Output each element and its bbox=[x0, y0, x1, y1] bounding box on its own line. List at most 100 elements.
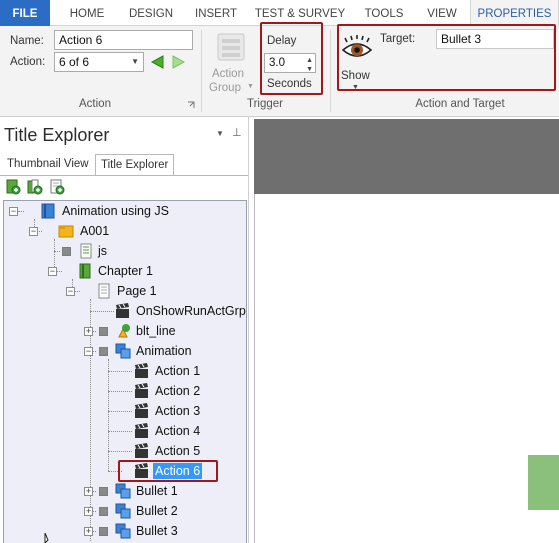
action-group-label: Action bbox=[79, 98, 111, 110]
tree-node-page-1[interactable]: − Page 1 bbox=[4, 281, 244, 301]
tree-node-action-5[interactable]: Action 5 bbox=[4, 441, 244, 461]
delay-label: Delay bbox=[267, 35, 297, 47]
tab-tools[interactable]: TOOLS bbox=[356, 0, 412, 26]
name-field[interactable]: Action 6 bbox=[54, 30, 193, 50]
action-label: Action: bbox=[10, 56, 46, 68]
clapperboard-icon bbox=[135, 363, 148, 378]
tree-node-action-2[interactable]: Action 2 bbox=[4, 381, 244, 401]
tab-design[interactable]: DESIGN bbox=[122, 0, 180, 26]
clapperboard-icon bbox=[135, 443, 148, 458]
action-group-button-label: Action bbox=[212, 68, 244, 80]
tree-node-bullet-3[interactable]: + Bullet 3 bbox=[4, 521, 244, 541]
expand-icon[interactable]: + bbox=[84, 327, 93, 336]
group-icon bbox=[115, 483, 131, 499]
group-icon bbox=[115, 343, 131, 359]
tab-file[interactable]: FILE bbox=[0, 0, 50, 26]
tree-node-action-6[interactable]: Action 6 bbox=[4, 460, 244, 482]
collapse-icon[interactable]: − bbox=[84, 347, 93, 356]
panel-menu-icon[interactable]: ▼ bbox=[216, 129, 224, 138]
tab-title-explorer[interactable]: Title Explorer bbox=[95, 154, 175, 176]
tab-view[interactable]: VIEW bbox=[418, 0, 466, 26]
spin-down-icon[interactable]: ▼ bbox=[306, 61, 313, 79]
visibility-checkbox[interactable] bbox=[99, 507, 108, 516]
expand-icon[interactable]: + bbox=[84, 487, 93, 496]
page-icon bbox=[98, 283, 110, 299]
clapperboard-icon bbox=[135, 463, 148, 478]
pin-icon[interactable]: ⊥ bbox=[232, 126, 242, 139]
chevron-down-icon: ▼ bbox=[247, 83, 254, 90]
collapse-icon[interactable]: − bbox=[66, 287, 75, 296]
chevron-down-icon: ▼ bbox=[352, 84, 359, 91]
add-chapter-icon[interactable] bbox=[5, 179, 21, 195]
title-tree[interactable]: − Animation using JS − A001 js − Chapter… bbox=[3, 200, 247, 543]
action-group-button[interactable]: Action Group ▼ bbox=[206, 28, 256, 94]
tree-node-action-1[interactable]: Action 1 bbox=[4, 361, 244, 381]
action-select-value: 6 of 6 bbox=[59, 55, 90, 69]
tab-underline bbox=[0, 175, 248, 176]
tree-node-animation[interactable]: − Animation bbox=[4, 341, 244, 361]
target-field[interactable]: Bullet 3 bbox=[436, 29, 554, 49]
shapes-icon bbox=[118, 324, 130, 338]
panel-title: Title Explorer bbox=[4, 125, 110, 145]
action-group-icon bbox=[217, 33, 245, 61]
action-target-group-label: Action and Target bbox=[415, 98, 505, 110]
tree-node-chapter-1[interactable]: − Chapter 1 bbox=[4, 261, 244, 281]
tree-node-title[interactable]: − Animation using JS bbox=[4, 201, 244, 221]
visibility-checkbox[interactable] bbox=[99, 327, 108, 336]
trigger-group-label: Trigger bbox=[247, 98, 283, 110]
clapperboard-icon bbox=[116, 303, 129, 318]
name-label: Name: bbox=[10, 35, 44, 47]
tree-node-bullet-1[interactable]: + Bullet 1 bbox=[4, 481, 244, 501]
show-label: Show bbox=[341, 70, 370, 82]
seconds-label: Seconds bbox=[267, 78, 312, 90]
group-icon bbox=[115, 523, 131, 539]
action-select[interactable]: 6 of 6 ▼ bbox=[54, 52, 144, 72]
eye-icon bbox=[341, 35, 373, 57]
collapse-icon[interactable]: − bbox=[9, 207, 18, 216]
visibility-checkbox[interactable] bbox=[62, 247, 71, 256]
script-icon bbox=[80, 243, 92, 259]
book-icon bbox=[41, 203, 55, 219]
tree-node-blt-line[interactable]: + blt_line bbox=[4, 321, 244, 341]
tree-node-bullet-2[interactable]: + Bullet 2 bbox=[4, 501, 244, 521]
tab-properties[interactable]: PROPERTIES bbox=[470, 0, 559, 27]
clapperboard-icon bbox=[135, 383, 148, 398]
tab-thumbnail-view[interactable]: Thumbnail View bbox=[2, 154, 94, 176]
group-separator bbox=[330, 30, 331, 112]
tree-node-action-4[interactable]: Action 4 bbox=[4, 421, 244, 441]
canvas-header bbox=[254, 119, 559, 194]
folder-icon bbox=[58, 225, 74, 238]
show-button[interactable]: Show ▼ bbox=[340, 30, 374, 91]
chapter-icon bbox=[79, 263, 91, 279]
tree-node-js[interactable]: js bbox=[4, 241, 244, 261]
green-shape[interactable] bbox=[528, 455, 559, 510]
tab-insert[interactable]: INSERT bbox=[186, 0, 246, 26]
tree-node-onshowrunactgrp[interactable]: OnShowRunActGrp bbox=[4, 301, 246, 321]
visibility-checkbox[interactable] bbox=[99, 487, 108, 496]
clapperboard-icon bbox=[135, 423, 148, 438]
visibility-checkbox[interactable] bbox=[99, 527, 108, 536]
visibility-checkbox[interactable] bbox=[99, 347, 108, 356]
chevron-down-icon: ▼ bbox=[131, 57, 139, 66]
expand-icon[interactable]: + bbox=[84, 507, 93, 516]
clapperboard-icon bbox=[135, 403, 148, 418]
next-arrow-icon[interactable] bbox=[172, 55, 186, 69]
action-group-button-label-2: Group bbox=[209, 82, 241, 94]
collapse-icon[interactable]: − bbox=[29, 227, 38, 236]
tree-node-action-3[interactable]: Action 3 bbox=[4, 401, 244, 421]
add-section-icon[interactable] bbox=[27, 179, 43, 195]
ribbon: Name: Action 6 Action: 6 of 6 ▼ Action A… bbox=[0, 22, 559, 117]
add-page-icon[interactable] bbox=[49, 179, 65, 195]
target-label: Target: bbox=[380, 33, 416, 45]
delay-spinner[interactable]: 3.0 ▲ ▼ bbox=[264, 53, 316, 73]
collapse-icon[interactable]: − bbox=[48, 267, 57, 276]
expand-icon[interactable]: + bbox=[84, 527, 93, 536]
title-explorer-panel: Title Explorer ▼ ⊥ Thumbnail View Title … bbox=[0, 117, 249, 543]
mouse-cursor-icon bbox=[44, 533, 49, 543]
tab-home[interactable]: HOME bbox=[58, 0, 116, 26]
dialog-launcher-icon[interactable] bbox=[187, 101, 195, 109]
previous-arrow-icon[interactable] bbox=[150, 55, 164, 69]
page-canvas[interactable] bbox=[254, 194, 559, 543]
group-icon bbox=[115, 503, 131, 519]
tree-node-a001[interactable]: − A001 bbox=[4, 221, 244, 241]
